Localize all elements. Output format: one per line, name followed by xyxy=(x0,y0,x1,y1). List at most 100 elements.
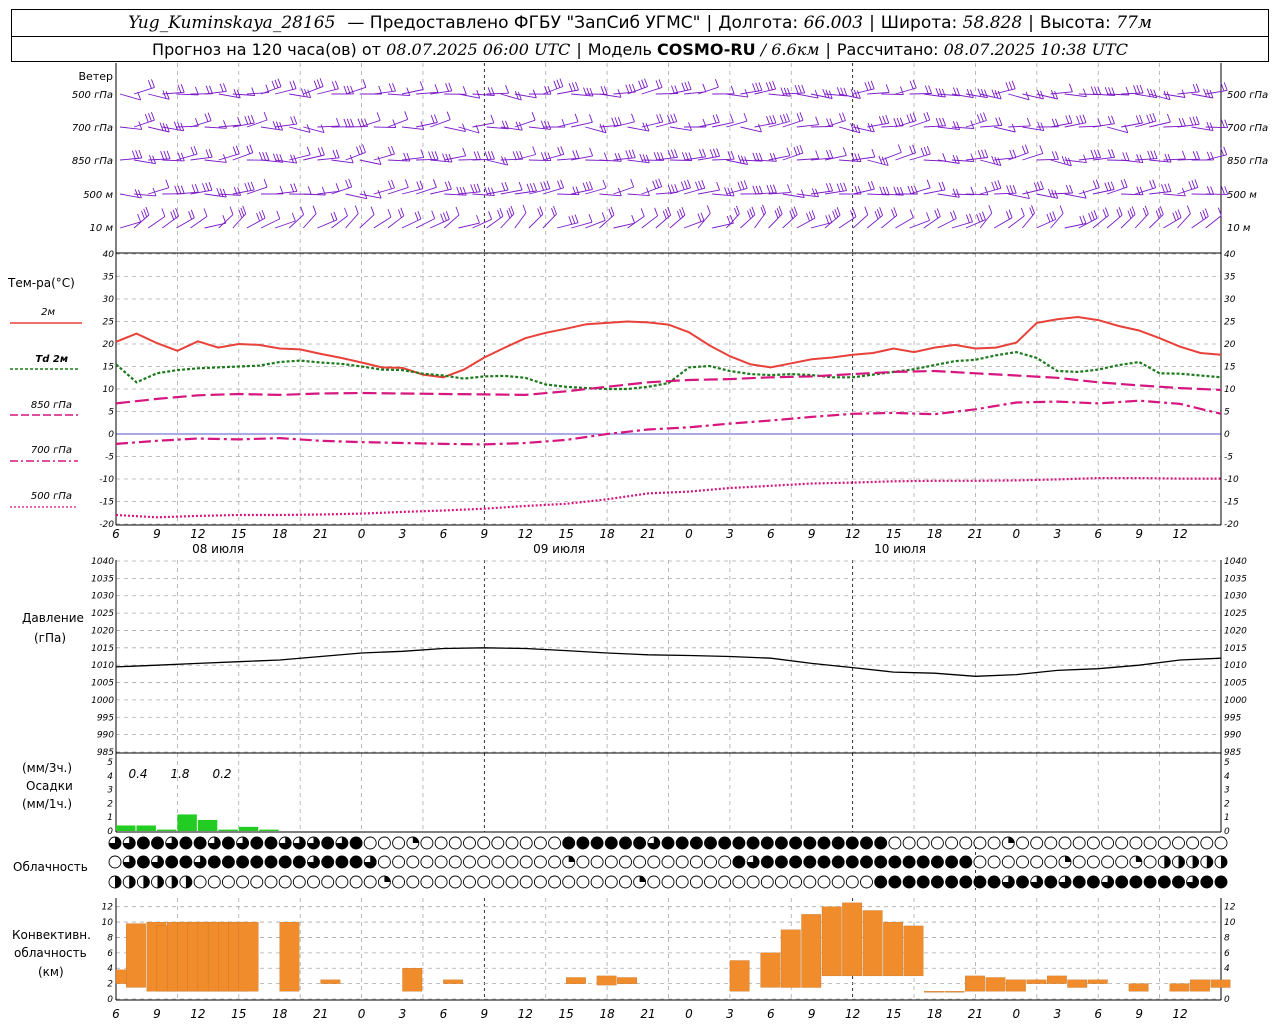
cloud-fill-full xyxy=(265,856,277,868)
wind-barb-feather xyxy=(654,207,659,216)
pressure-tick-left: 1010 xyxy=(91,661,114,671)
conv-tick-right: 12 xyxy=(1224,903,1236,913)
cloud-fill-full xyxy=(576,837,589,849)
cloud-fill-partial xyxy=(1178,856,1185,868)
wind-barb-feather xyxy=(263,111,268,121)
cloud-circle xyxy=(860,875,873,889)
pressure-tick-left: 1035 xyxy=(91,574,114,584)
cloud-circle xyxy=(1157,836,1171,850)
hour-tick-label: 0 xyxy=(358,1007,366,1021)
hour-tick-label: 6 xyxy=(112,527,120,541)
conv-tick-right: 6 xyxy=(1224,949,1230,959)
cloud-fill-full xyxy=(747,837,760,849)
cloud-circle xyxy=(1101,836,1115,850)
wind-barb-feather xyxy=(505,85,510,94)
wind-barb-feather xyxy=(885,84,890,93)
wind-level-500m-left: 500 м xyxy=(83,190,113,201)
wind-barb-feather xyxy=(434,84,439,93)
cloud-fill-full xyxy=(874,876,887,888)
precip-tick-right: 4 xyxy=(1224,772,1230,782)
wind-barb-feather xyxy=(343,118,354,127)
cloud-circle xyxy=(633,855,647,869)
convective-bar xyxy=(1190,979,1210,992)
cloud-fill-full xyxy=(591,837,604,849)
pressure-tick-left: 1030 xyxy=(91,592,114,602)
pressure-tick-left: 1015 xyxy=(91,644,114,654)
wind-barb xyxy=(698,189,720,195)
cloud-fill-full xyxy=(832,856,845,868)
wind-barb xyxy=(204,126,227,129)
cloud-circle xyxy=(533,855,547,869)
wind-barb xyxy=(627,193,650,197)
wind-barb-feather xyxy=(676,206,686,220)
legend-850-label: 850 гПа xyxy=(31,400,72,411)
wind-barb-feather xyxy=(532,146,537,155)
cloud-fill-full xyxy=(350,856,363,868)
cloud-fill-full xyxy=(803,856,816,868)
wind-barb-feather xyxy=(432,179,437,188)
wind-barb-feather xyxy=(970,186,975,195)
time-axis-lower: 6 9 12 15 18 21 0 3 6 9 12 15 18 21 0 3 6 9 12 15 18 21 0 3 6 9 12 xyxy=(112,1007,1188,1021)
wind-barb-feather xyxy=(815,116,820,125)
temp-tick-right: -10 xyxy=(1224,475,1239,485)
cloud-circle xyxy=(1186,836,1200,850)
pressure-title: Давление xyxy=(22,611,84,625)
wind-barb xyxy=(444,214,460,229)
pressure-tick-right: 1030 xyxy=(1224,592,1247,602)
wind-barb-feather xyxy=(716,181,721,191)
wind-barb-feather xyxy=(838,112,846,122)
cloud-fill-full xyxy=(222,837,235,849)
cloud-fill-full xyxy=(619,837,632,849)
cloud-circle xyxy=(1044,855,1058,869)
wind-barb-feather xyxy=(147,79,155,89)
convective-title-3: (км) xyxy=(38,965,64,979)
cloud-fill-full xyxy=(973,876,986,888)
convective-bar xyxy=(238,921,259,992)
cloud-fill-full xyxy=(194,837,207,849)
wind-barb-feather xyxy=(697,212,705,222)
wind-barb-feather xyxy=(229,206,234,215)
precip-bar xyxy=(238,826,259,831)
cloud-fill-partial xyxy=(412,837,419,843)
wind-barb-feather xyxy=(1059,205,1064,214)
wind-barb-feather xyxy=(726,215,734,225)
wind-barb-feather xyxy=(484,186,495,196)
cloud-circle xyxy=(704,875,717,889)
wind-barb xyxy=(162,215,179,229)
wind-barb-feather xyxy=(995,117,1003,126)
wind-barb xyxy=(839,93,861,99)
wind-barb-feather xyxy=(204,112,212,122)
cloud-fill-full xyxy=(321,837,334,849)
hour-tick-label: 21 xyxy=(313,527,328,541)
cloud-circle xyxy=(491,855,505,869)
hour-tick-label: 3 xyxy=(1053,527,1061,541)
precip-bar xyxy=(218,829,238,831)
wind-barb-feather xyxy=(376,112,381,121)
wind-barb-feather xyxy=(404,179,409,188)
precip-title: Осадки xyxy=(26,779,73,793)
cloud-fill-full xyxy=(846,856,859,868)
cloud-circle xyxy=(335,875,349,889)
wind-barb-feather xyxy=(935,117,947,127)
wind-barb-feather xyxy=(258,151,270,161)
wind-barb-feather xyxy=(1107,149,1116,158)
cloud-fill-full xyxy=(250,837,263,849)
wind-barb-feather xyxy=(455,206,460,216)
wind-barb-feather xyxy=(444,181,452,191)
pressure-tick-left: 1000 xyxy=(91,696,114,706)
wind-level-500m-right: 500 м xyxy=(1227,190,1257,201)
wind-barb xyxy=(740,126,762,133)
cloud-circle xyxy=(463,875,476,889)
cloud-fill-full xyxy=(137,856,150,868)
wind-barb-feather xyxy=(420,149,425,158)
cloud-fill-full xyxy=(279,856,292,868)
cloud-circle xyxy=(647,875,661,889)
cloud-fill-partial xyxy=(639,876,646,882)
wind-barb xyxy=(514,212,527,229)
convective-bar xyxy=(402,968,423,992)
wind-barb xyxy=(119,157,142,161)
wind-barb xyxy=(599,193,622,197)
wind-barb xyxy=(119,126,142,130)
wind-barb xyxy=(133,214,150,229)
wind-barb-feather xyxy=(191,184,199,193)
